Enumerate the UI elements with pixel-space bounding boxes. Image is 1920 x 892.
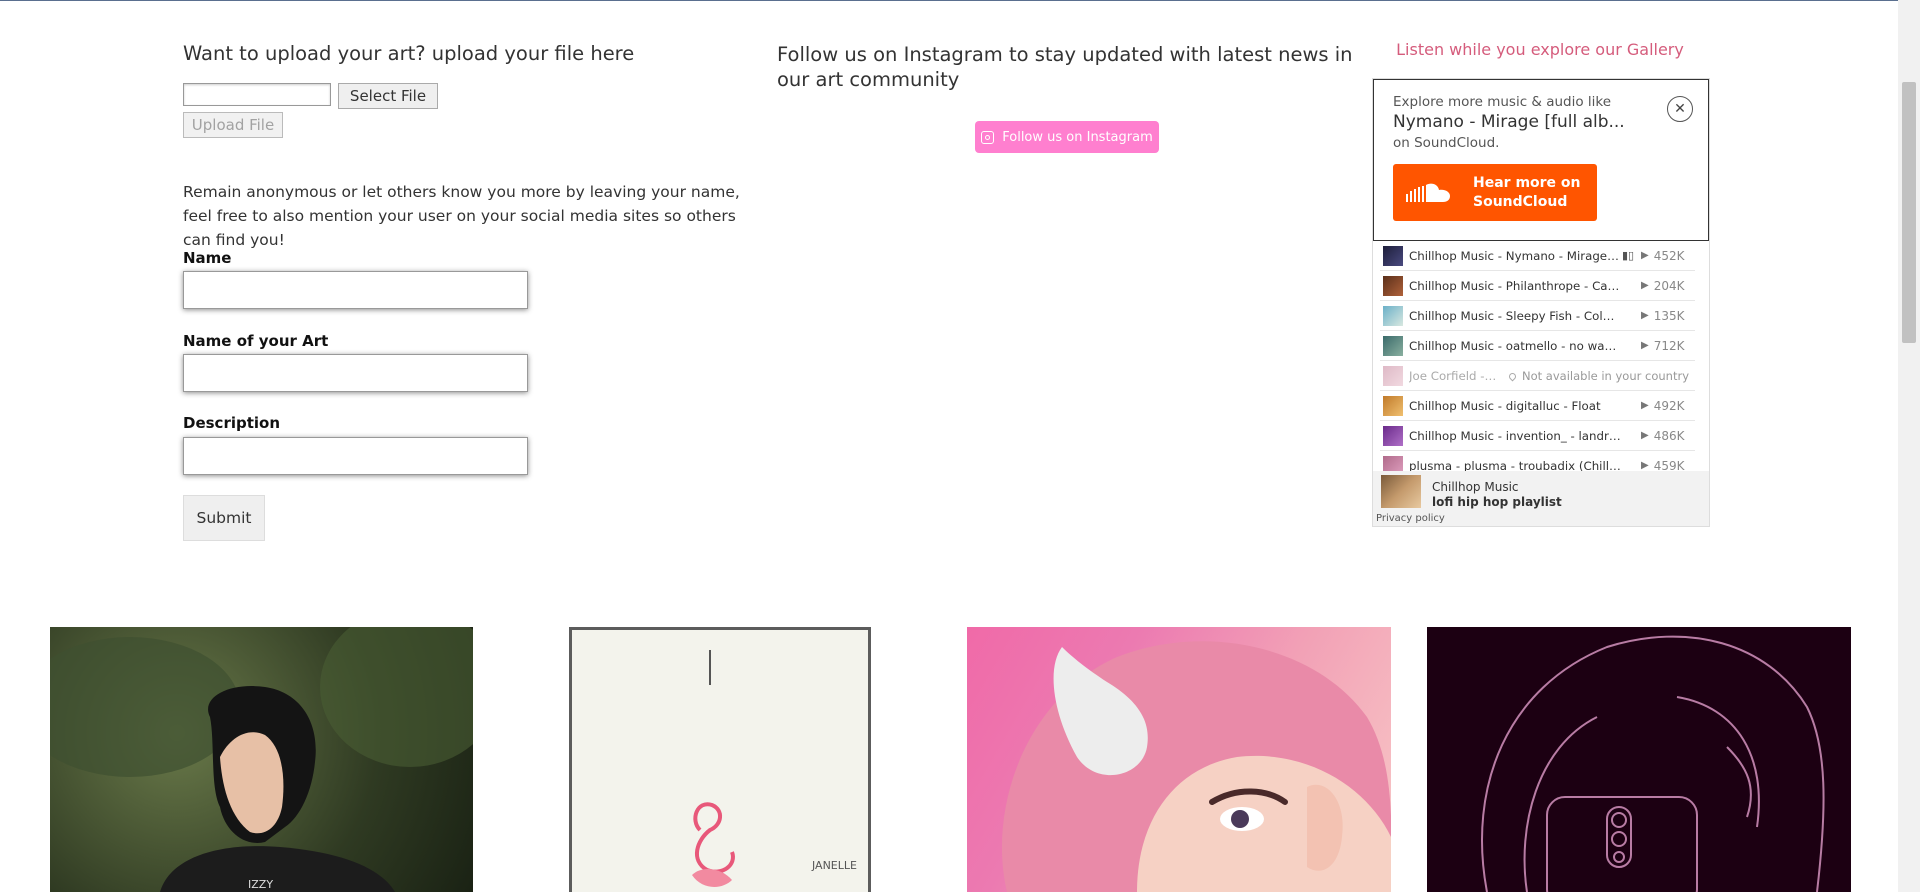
hear-more-label: Hear more on SoundCloud — [1473, 174, 1581, 210]
track-thumbnail — [1383, 305, 1403, 326]
track-row[interactable]: Chillhop Music - Philanthrope - Cabin ..… — [1380, 271, 1695, 301]
soundcloud-promo: Explore more music & audio like Nymano -… — [1373, 79, 1709, 241]
follow-instagram-label: Follow us on Instagram — [1002, 129, 1153, 145]
intro-text: Remain anonymous or let others know you … — [183, 183, 740, 249]
listen-heading: Listen while you explore our Gallery — [1396, 40, 1684, 59]
hear-more-button[interactable]: Hear more on SoundCloud — [1393, 164, 1597, 221]
track-title: Chillhop Music - Sleepy Fish - Colors F.… — [1409, 308, 1621, 323]
track-row-unavailable: Joe Corfield - ... Not available in your… — [1380, 361, 1695, 391]
unavailable-notice: Not available in your country — [1507, 369, 1689, 383]
track-thumbnail — [1383, 275, 1403, 296]
play-count: 712K — [1653, 338, 1685, 353]
privacy-policy-link[interactable]: Privacy policy — [1376, 513, 1445, 524]
play-icon: ▶ — [1641, 310, 1649, 321]
track-thumbnail — [1383, 245, 1403, 266]
play-icon: ▶ — [1641, 460, 1649, 471]
explore-text: Explore more music & audio like — [1393, 94, 1612, 110]
gallery-artwork-flamingo[interactable]: JANELLE — [569, 627, 871, 892]
artwork-caption: IZZY — [248, 878, 274, 891]
scrollbar-thumb[interactable] — [1902, 82, 1916, 343]
select-file-button[interactable]: Select File — [338, 83, 438, 109]
name-field[interactable] — [183, 271, 528, 309]
track-row[interactable]: Chillhop Music - invention_ - landrace ▶… — [1380, 421, 1695, 451]
track-thumbnail — [1383, 365, 1403, 386]
upload-title: Want to upload your art? upload your fil… — [183, 42, 635, 65]
top-border — [0, 0, 1920, 1]
track-title: Chillhop Music - invention_ - landrace — [1409, 428, 1621, 443]
play-count: 492K — [1653, 398, 1685, 413]
track-thumbnail — [1383, 335, 1403, 356]
playlist-footer: Chillhop Music lofi hip hop playlist Pri… — [1373, 471, 1709, 526]
instagram-icon — [981, 130, 995, 144]
name-label: Name — [183, 249, 232, 267]
track-title: Chillhop Music - Philanthrope - Cabin ..… — [1409, 278, 1621, 293]
play-icon: ▶ — [1641, 250, 1649, 261]
track-title: Chillhop Music - digitalluc - Float — [1409, 398, 1601, 413]
artwork-caption: JANELLE — [812, 859, 857, 872]
follow-instagram-button[interactable]: Follow us on Instagram — [975, 121, 1159, 153]
track-title: Joe Corfield - ... — [1409, 368, 1499, 383]
description-field[interactable] — [183, 437, 528, 475]
location-pin-icon — [1507, 371, 1518, 381]
playlist-title[interactable]: lofi hip hop playlist — [1432, 495, 1562, 509]
play-icon: ▶ — [1641, 340, 1649, 351]
play-icon: ▶ — [1641, 430, 1649, 441]
promo-track-title[interactable]: Nymano - Mirage [full alb... — [1393, 112, 1643, 132]
track-row[interactable]: Chillhop Music - Nymano - Mirage [... ▮▯… — [1380, 241, 1695, 271]
file-name-field[interactable] — [183, 83, 331, 106]
play-count: 486K — [1653, 428, 1685, 443]
waveform-icon: ▮▯ — [1621, 249, 1635, 262]
track-title: Chillhop Music - oatmello - no way ba... — [1409, 338, 1621, 353]
play-icon: ▶ — [1641, 400, 1649, 411]
playlist-thumbnail[interactable] — [1381, 475, 1421, 508]
submit-button[interactable]: Submit — [183, 495, 265, 541]
line-drawing-artwork-image — [1481, 635, 1825, 892]
playlist-user[interactable]: Chillhop Music — [1432, 480, 1519, 494]
instagram-title: Follow us on Instagram to stay updated w… — [777, 43, 1353, 91]
portrait-artwork-image — [50, 627, 473, 892]
anime-artwork-image — [1001, 641, 1391, 892]
gallery-artwork-anime-girl[interactable] — [967, 627, 1391, 892]
track-thumbnail — [1383, 425, 1403, 446]
play-count: 452K — [1653, 248, 1685, 263]
flamingo-artwork-image — [692, 650, 735, 887]
play-count: 204K — [1653, 278, 1685, 293]
play-count: 135K — [1653, 308, 1685, 323]
art-name-field[interactable] — [183, 354, 528, 392]
gallery-artwork-line-drawing[interactable] — [1427, 627, 1851, 892]
track-title: Chillhop Music - Nymano - Mirage [... — [1409, 248, 1621, 263]
gallery-artwork-portrait[interactable]: IZZY — [50, 627, 473, 892]
play-icon: ▶ — [1641, 280, 1649, 291]
soundcloud-logo-icon — [1406, 183, 1450, 202]
track-row[interactable]: Chillhop Music - digitalluc - Float ▶ 49… — [1380, 391, 1695, 421]
upload-file-button[interactable]: Upload File — [183, 112, 283, 138]
art-name-label: Name of your Art — [183, 332, 329, 350]
track-thumbnail — [1383, 395, 1403, 416]
track-row[interactable]: Chillhop Music - oatmello - no way ba...… — [1380, 331, 1695, 361]
on-soundcloud-text: on SoundCloud. — [1393, 135, 1500, 151]
close-icon[interactable]: ✕ — [1667, 96, 1693, 122]
description-label: Description — [183, 414, 281, 432]
soundcloud-widget: Explore more music & audio like Nymano -… — [1372, 78, 1710, 527]
track-row[interactable]: Chillhop Music - Sleepy Fish - Colors F.… — [1380, 301, 1695, 331]
